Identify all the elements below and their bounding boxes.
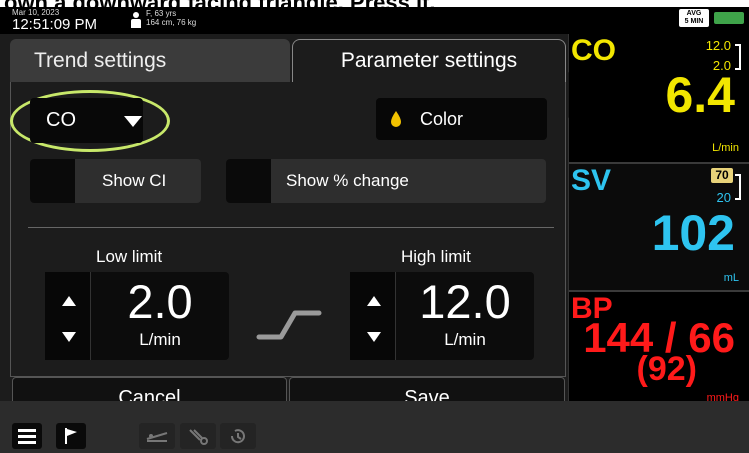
patient-height-weight: 164 cm, 76 kg	[146, 18, 197, 27]
parameter-dropdown-value: CO	[46, 109, 76, 131]
flag-icon	[65, 428, 77, 444]
co-value: 6.4	[665, 67, 735, 123]
low-limit-control: 2.0 L/min	[45, 272, 229, 360]
status-bar: Mar 10, 2023 12:51:09 PM F, 63 yrs 164 c…	[0, 7, 749, 34]
sv-high-limit: 70	[711, 168, 733, 183]
co-limit-bracket	[735, 44, 741, 70]
sv-label: SV	[571, 164, 612, 197]
low-limit-decrease-icon[interactable]	[62, 332, 76, 342]
avg-interval: 5 MIN	[684, 18, 704, 25]
patient-sex-age: F, 63 yrs	[146, 9, 177, 18]
tab-parameter-label: Parameter settings	[340, 49, 518, 72]
flag-button[interactable]	[56, 423, 86, 449]
high-limit-value[interactable]: 12.0	[396, 274, 534, 329]
dropdown-triangle-icon[interactable]	[124, 116, 142, 127]
sensor-button[interactable]	[180, 423, 216, 449]
show-pct-change-label: Show % change	[286, 171, 409, 190]
menu-button[interactable]	[12, 423, 42, 449]
color-button[interactable]: Color	[376, 98, 547, 140]
high-limit-title: High limit	[401, 247, 471, 266]
high-limit-increase-icon[interactable]	[367, 296, 381, 306]
high-limit-control: 12.0 L/min	[350, 272, 534, 360]
avg-interval-badge[interactable]: AVG 5 MIN	[679, 9, 709, 27]
sensor-icon	[189, 429, 208, 445]
low-limit-value[interactable]: 2.0	[91, 274, 229, 329]
low-limit-unit: L/min	[139, 330, 181, 349]
low-limit-title: Low limit	[96, 247, 163, 266]
sv-tile[interactable]: SV 70 20 102 mL	[569, 164, 749, 290]
co-unit: L/min	[712, 142, 739, 154]
co-high-limit: 12.0	[705, 38, 731, 53]
high-limit-unit: L/min	[444, 330, 486, 349]
monitor-screen: Mar 10, 2023 12:51:09 PM F, 63 yrs 164 c…	[0, 7, 749, 453]
history-button[interactable]	[220, 423, 256, 449]
status-time: 12:51:09 PM	[12, 16, 98, 33]
sv-unit: mL	[723, 272, 739, 284]
show-ci-label: Show CI	[102, 171, 167, 190]
battery-icon	[714, 12, 744, 24]
bp-tile[interactable]: BP 144 / 66 (92) mmHg	[569, 292, 749, 404]
sv-value: 102	[651, 205, 735, 261]
high-limit-stepper	[350, 272, 396, 360]
droplet-icon	[391, 111, 401, 127]
sv-low-limit: 20	[716, 190, 731, 205]
parameter-dropdown[interactable]: CO	[30, 98, 143, 143]
range-step-icon	[256, 310, 322, 340]
sv-limit-bracket	[735, 174, 741, 200]
show-ci-checkbox[interactable]	[30, 159, 75, 203]
high-limit-decrease-icon[interactable]	[367, 332, 381, 342]
bed-icon	[146, 432, 168, 442]
show-pct-change-toggle[interactable]: Show % change	[226, 159, 546, 203]
avg-label: AVG	[686, 10, 702, 17]
patient-info: F, 63 yrs 164 cm, 76 kg	[146, 9, 196, 27]
person-icon	[131, 12, 141, 28]
co-tile[interactable]: CO 12.0 2.0 6.4 L/min	[569, 34, 749, 162]
show-pct-change-checkbox[interactable]	[226, 159, 271, 203]
tab-trend-label: Trend settings	[34, 48, 167, 72]
tab-trend-settings[interactable]: Trend settings	[10, 39, 290, 82]
hamburger-icon	[18, 429, 36, 444]
bp-map: (92)	[636, 350, 697, 388]
tab-parameter-settings[interactable]: Parameter settings	[292, 39, 566, 82]
parameter-tiles: CO 12.0 2.0 6.4 L/min SV 70 20 102 mL BP…	[569, 34, 749, 404]
color-button-label: Color	[420, 108, 464, 129]
co-label: CO	[571, 34, 616, 67]
low-limit-stepper	[45, 272, 91, 360]
bottom-toolbar	[0, 401, 749, 453]
history-icon	[230, 429, 245, 444]
section-divider	[28, 227, 554, 228]
patient-bed-button[interactable]	[139, 423, 175, 449]
show-ci-toggle[interactable]: Show CI	[30, 159, 201, 203]
low-limit-increase-icon[interactable]	[62, 296, 76, 306]
